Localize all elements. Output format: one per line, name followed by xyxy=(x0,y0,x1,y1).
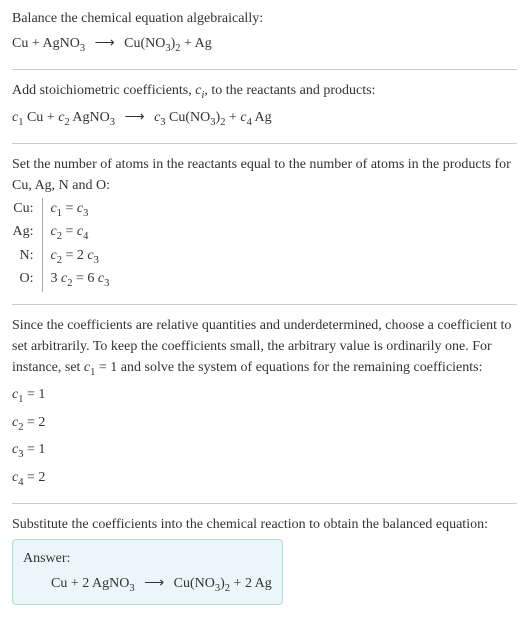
atoms-title: Set the number of atoms in the reactants… xyxy=(12,154,517,196)
element-equation: c1 = c3 xyxy=(42,198,115,222)
section-stoichiometric: Add stoichiometric coefficients, ci, to … xyxy=(12,80,517,131)
eq-text: 2 AgNO xyxy=(82,576,129,591)
element-label: Cu: xyxy=(12,198,42,222)
eq-text: + xyxy=(67,576,82,591)
arrow-icon: ⟶ xyxy=(125,110,145,125)
eq-text: Cu xyxy=(23,110,43,125)
arrow-icon: ⟶ xyxy=(144,576,164,591)
element-label: Ag: xyxy=(12,221,42,245)
coeff-equation: c1 Cu + c2 AgNO3 ⟶ c3 Cu(NO3)2 + c4 Ag xyxy=(12,107,517,131)
solve-title: Since the coefficients are relative quan… xyxy=(12,315,517,381)
element-equations-table: Cu:c1 = c3Ag:c2 = c4N:c2 = 2 c3O:3 c2 = … xyxy=(12,198,115,292)
text: = 1 and solve the system of equations fo… xyxy=(95,360,482,375)
element-equation: c2 = c4 xyxy=(42,221,115,245)
subscript: 3 xyxy=(129,582,134,593)
eq-text: Cu(NO xyxy=(174,576,215,591)
divider xyxy=(12,503,517,504)
eq-text: Cu xyxy=(12,36,28,51)
coefficient-line: c4 = 2 xyxy=(12,467,517,491)
coefficient-line: c1 = 1 xyxy=(12,384,517,408)
section-atoms: Set the number of atoms in the reactants… xyxy=(12,154,517,292)
eq-text: + xyxy=(43,110,58,125)
eq-text: Cu(NO xyxy=(166,110,211,125)
eq-text: + xyxy=(225,110,240,125)
coefficient-list: c1 = 1 c2 = 2 c3 = 1 c4 = 2 xyxy=(12,384,517,490)
element-equation: 3 c2 = 6 c3 xyxy=(42,268,115,292)
eq-text: Ag xyxy=(252,110,272,125)
arrow-icon: ⟶ xyxy=(95,36,115,51)
section-problem: Balance the chemical equation algebraica… xyxy=(12,8,517,57)
table-row: Ag:c2 = c4 xyxy=(12,221,115,245)
eq-text: 2 Ag xyxy=(245,576,272,591)
eq-text: + xyxy=(230,576,245,591)
table-row: N:c2 = 2 c3 xyxy=(12,245,115,269)
text: , to the reactants and products: xyxy=(204,83,375,98)
eq-text: Ag xyxy=(195,36,212,51)
divider xyxy=(12,304,517,305)
answer-label: Answer: xyxy=(23,548,272,569)
balanced-equation: Cu + 2 AgNO3 ⟶ Cu(NO3)2 + 2 Ag xyxy=(23,573,272,597)
element-label: O: xyxy=(12,268,42,292)
table-row: Cu:c1 = c3 xyxy=(12,198,115,222)
table-row: O:3 c2 = 6 c3 xyxy=(12,268,115,292)
answer-title: Substitute the coefficients into the che… xyxy=(12,514,517,535)
subscript: 3 xyxy=(110,117,115,128)
answer-box: Answer: Cu + 2 AgNO3 ⟶ Cu(NO3)2 + 2 Ag xyxy=(12,539,283,606)
eq-text: + xyxy=(181,36,195,51)
eq-text: AgNO xyxy=(42,36,79,51)
section-solve: Since the coefficients are relative quan… xyxy=(12,315,517,491)
text: Add stoichiometric coefficients, xyxy=(12,83,195,98)
element-equation: c2 = 2 c3 xyxy=(42,245,115,269)
unbalanced-equation: Cu + AgNO3 ⟶ Cu(NO3)2 + Ag xyxy=(12,33,517,57)
problem-title: Balance the chemical equation algebraica… xyxy=(12,8,517,29)
eq-text: Cu xyxy=(51,576,67,591)
section-answer: Substitute the coefficients into the che… xyxy=(12,514,517,606)
coefficient-line: c2 = 2 xyxy=(12,412,517,436)
divider xyxy=(12,143,517,144)
eq-text: + xyxy=(28,36,42,51)
divider xyxy=(12,69,517,70)
element-label: N: xyxy=(12,245,42,269)
eq-text: Cu(NO xyxy=(124,36,165,51)
coefficient-line: c3 = 1 xyxy=(12,439,517,463)
stoich-title: Add stoichiometric coefficients, ci, to … xyxy=(12,80,517,104)
subscript: 3 xyxy=(80,43,85,54)
eq-text: AgNO xyxy=(70,110,110,125)
